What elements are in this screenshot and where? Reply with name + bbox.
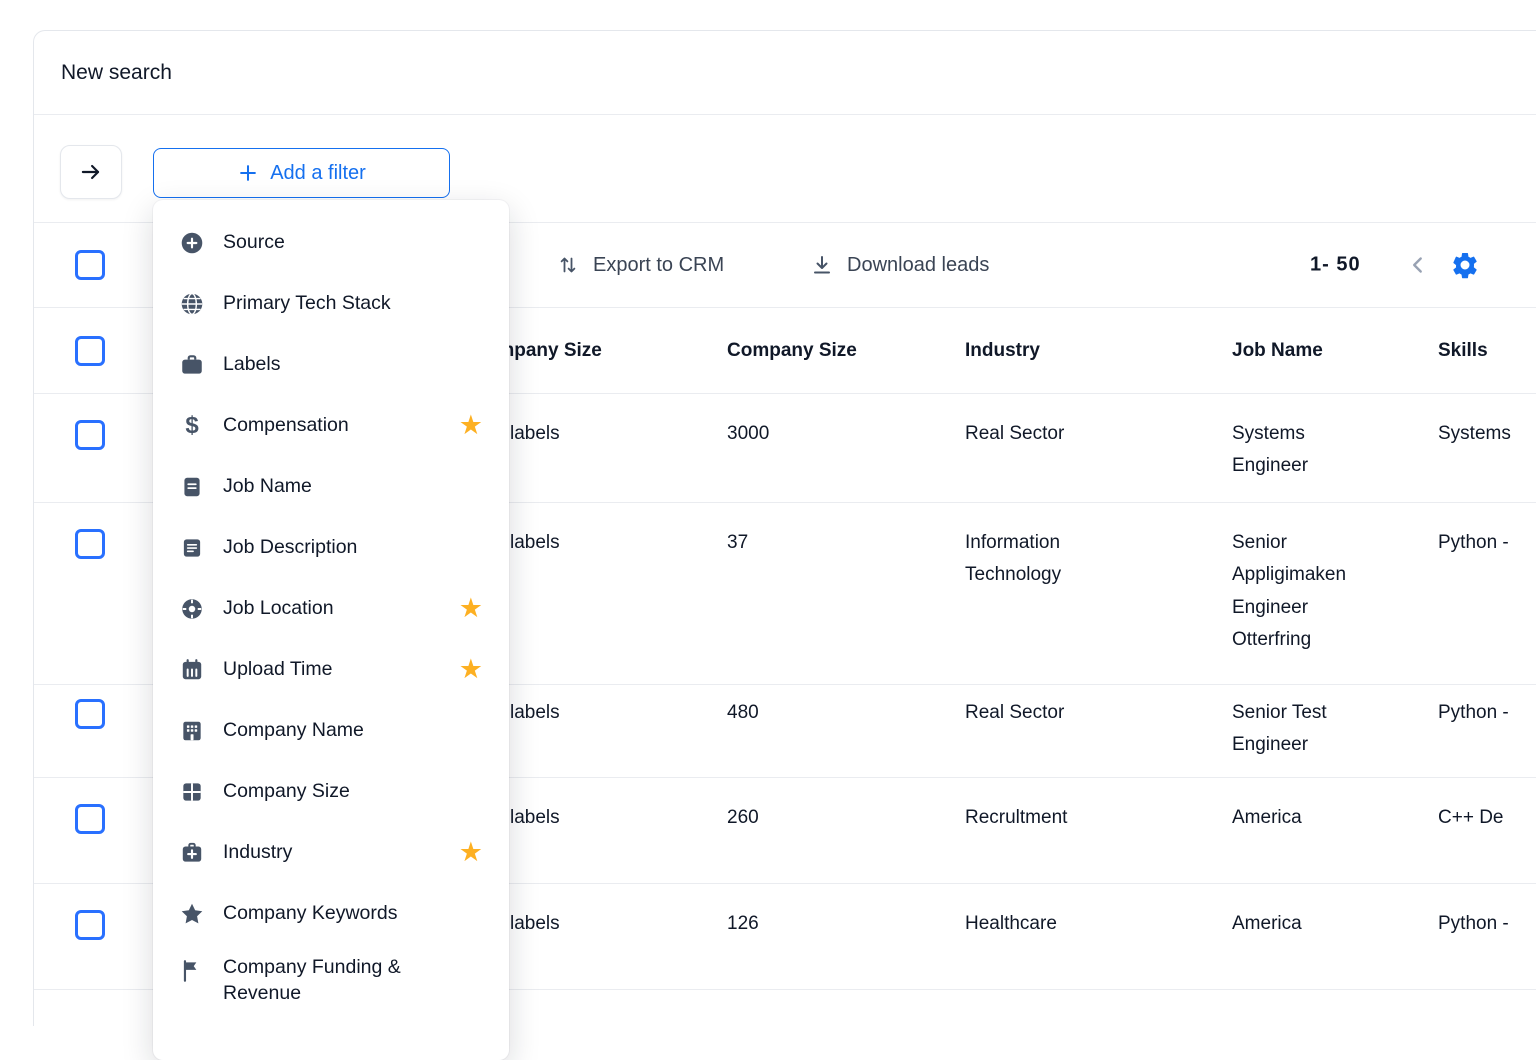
filter-menu-item-company-keywords[interactable]: Company Keywords (153, 883, 509, 944)
column-header-skills: Skills (1438, 340, 1488, 362)
add-filter-dropdown: Source Primary Tech Stack Labels $ Compe… (153, 200, 509, 1060)
dollar-icon: $ (179, 413, 205, 439)
arrow-right-icon (78, 159, 104, 185)
row-checkbox[interactable] (75, 529, 105, 559)
cell-skills: Python - (1438, 527, 1536, 559)
page-title: New search (61, 61, 172, 85)
plus-circle-icon (179, 230, 205, 256)
sort-arrows-icon (556, 253, 580, 277)
filter-menu-item-labels[interactable]: Labels (153, 334, 509, 395)
filter-menu-item-job-description[interactable]: Job Description (153, 517, 509, 578)
filter-menu-item-label: Industry (223, 839, 292, 865)
filter-menu-item-company-funding-revenue[interactable]: Company Funding & Revenue (153, 944, 509, 1007)
download-leads-label: Download leads (847, 254, 989, 277)
cell-job-name: America (1232, 908, 1377, 940)
download-leads-button[interactable]: Download leads (810, 253, 989, 277)
header-checkbox[interactable] (75, 336, 105, 366)
cell-skills: Python - (1438, 697, 1536, 729)
favorite-star-icon[interactable]: ★ (459, 595, 483, 622)
column-header-company-size-2: Company Size (727, 340, 857, 362)
column-header-industry: Industry (965, 340, 1040, 362)
settings-gear-icon[interactable] (1450, 250, 1480, 280)
select-all-checkbox[interactable] (75, 250, 105, 280)
cell-skills: Systems (1438, 418, 1536, 450)
cell-job-name: Senior Appligimaken Engineer Otterfring (1232, 527, 1377, 656)
add-filter-button[interactable]: Add a filter (153, 148, 450, 198)
filter-menu-item-label: Labels (223, 351, 280, 377)
filter-menu-item-industry[interactable]: Industry ★ (153, 822, 509, 883)
cell-company-size: 37 (727, 527, 907, 559)
filter-menu-item-source[interactable]: Source (153, 212, 509, 273)
row-checkbox[interactable] (75, 804, 105, 834)
filter-menu-item-label: Upload Time (223, 656, 332, 682)
cell-labels: labels (510, 527, 660, 559)
calendar-icon (179, 657, 205, 683)
filter-menu-item-job-name[interactable]: Job Name (153, 456, 509, 517)
cell-labels: labels (510, 802, 660, 834)
cell-job-name: America (1232, 802, 1377, 834)
filter-menu-item-company-name[interactable]: Company Name (153, 700, 509, 761)
filter-menu-item-label: Job Name (223, 473, 312, 499)
filter-menu-item-label: Source (223, 229, 285, 255)
location-icon (179, 596, 205, 622)
cell-labels: labels (510, 908, 660, 940)
filter-menu-item-label: Company Size (223, 778, 350, 804)
first-aid-icon (179, 840, 205, 866)
cell-industry: Healthcare (965, 908, 1145, 940)
filter-menu-item-label: Job Description (223, 534, 357, 560)
chevron-left-icon[interactable] (1405, 252, 1431, 278)
collapse-filters-button[interactable] (60, 145, 122, 199)
cell-company-size: 480 (727, 697, 907, 729)
cell-skills: Python - (1438, 908, 1536, 940)
plus-icon (237, 162, 259, 184)
filter-menu-item-upload-time[interactable]: Upload Time ★ (153, 639, 509, 700)
filter-menu-item-label: Compensation (223, 412, 349, 438)
briefcase-icon (179, 352, 205, 378)
pagination-range: 1- 50 (1310, 254, 1361, 277)
cell-industry: Real Sector (965, 418, 1145, 450)
favorite-star-icon[interactable]: ★ (459, 839, 483, 866)
cell-company-size: 3000 (727, 418, 907, 450)
favorite-star-icon[interactable]: ★ (459, 656, 483, 683)
filter-menu-item-job-location[interactable]: Job Location ★ (153, 578, 509, 639)
download-icon (810, 253, 834, 277)
clipboard-icon (179, 535, 205, 561)
document-icon (179, 474, 205, 500)
cell-labels: labels (510, 697, 660, 729)
cell-labels: labels (510, 418, 660, 450)
column-header-job-name: Job Name (1232, 340, 1323, 362)
filter-menu-item-label: Company Keywords (223, 900, 398, 926)
cell-job-name: Systems Engineer (1232, 418, 1377, 483)
cell-company-size: 260 (727, 802, 907, 834)
row-checkbox[interactable] (75, 420, 105, 450)
grid-icon (179, 779, 205, 805)
add-filter-label: Add a filter (270, 162, 366, 185)
flag-icon (179, 958, 205, 984)
globe-icon (179, 291, 205, 317)
building-icon (179, 718, 205, 744)
filter-menu-item-label: Company Funding & Revenue (223, 954, 438, 1007)
star-icon (179, 901, 205, 927)
row-checkbox[interactable] (75, 699, 105, 729)
cell-industry: Information Technology (965, 527, 1145, 592)
export-to-crm-label: Export to CRM (593, 254, 724, 277)
favorite-star-icon[interactable]: ★ (459, 412, 483, 439)
export-to-crm-button[interactable]: Export to CRM (556, 253, 724, 277)
cell-skills: C++ De (1438, 802, 1536, 834)
page-header: New search (34, 31, 1536, 115)
filter-menu-item-label: Primary Tech Stack (223, 290, 391, 316)
row-checkbox[interactable] (75, 910, 105, 940)
filter-menu-item-label: Company Name (223, 717, 364, 743)
cell-industry: Recrultment (965, 802, 1145, 834)
cell-company-size: 126 (727, 908, 907, 940)
filter-menu-item-company-size[interactable]: Company Size (153, 761, 509, 822)
cell-industry: Real Sector (965, 697, 1145, 729)
filter-menu-item-primary-tech-stack[interactable]: Primary Tech Stack (153, 273, 509, 334)
filter-menu-item-label: Job Location (223, 595, 334, 621)
cell-job-name: Senior Test Engineer (1232, 697, 1377, 762)
filter-menu-item-compensation[interactable]: $ Compensation ★ (153, 395, 509, 456)
